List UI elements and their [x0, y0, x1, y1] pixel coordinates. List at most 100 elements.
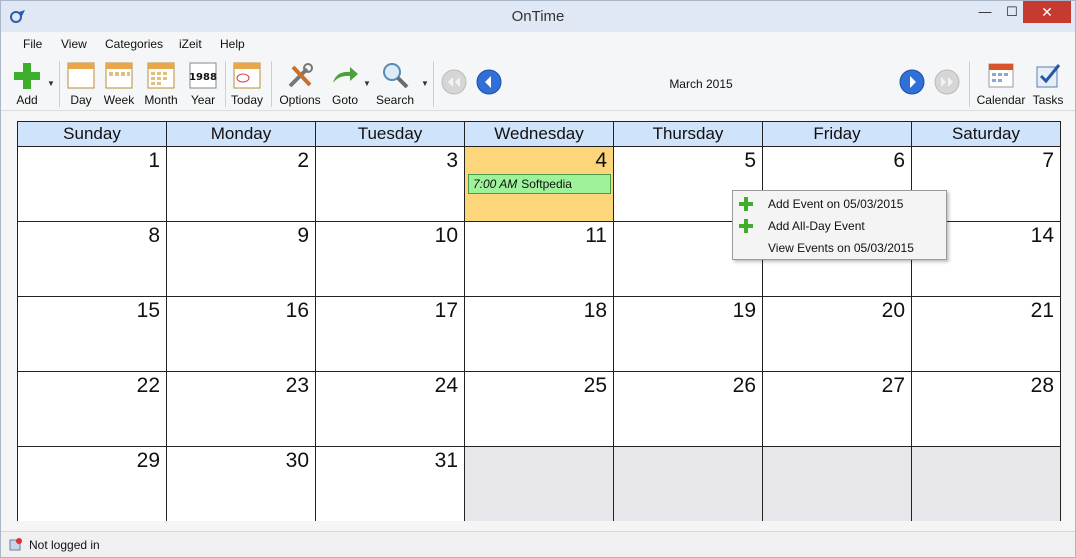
- day-header-sunday: Sunday: [18, 122, 167, 147]
- today-calendar-icon: [233, 62, 261, 89]
- context-view-events[interactable]: View Events on 05/03/2015: [733, 237, 946, 259]
- calendar-day-cell[interactable]: 25: [465, 372, 614, 447]
- month-view-button[interactable]: Month: [144, 59, 178, 109]
- calendar-day-cell[interactable]: 9: [167, 222, 316, 297]
- event-title: Softpedia: [521, 177, 572, 191]
- minimize-button[interactable]: —: [970, 1, 1000, 23]
- day-number: 1: [148, 149, 160, 172]
- day-number: 21: [1030, 299, 1054, 322]
- calendar-day-cell[interactable]: 27: [763, 372, 912, 447]
- login-status-text: Not logged in: [29, 538, 100, 552]
- day-number: 8: [148, 224, 160, 247]
- calendar-day-cell[interactable]: 18: [465, 297, 614, 372]
- today-button[interactable]: Today: [231, 59, 263, 109]
- calendar-day-cell[interactable]: 10: [316, 222, 465, 297]
- close-button[interactable]: ✕: [1023, 1, 1071, 23]
- day-number: 4: [595, 149, 607, 172]
- menu-file[interactable]: File: [23, 37, 42, 51]
- week-calendar-icon: [105, 62, 133, 89]
- calendar-empty-cell[interactable]: [614, 447, 763, 521]
- calendar-day-cell[interactable]: 17: [316, 297, 465, 372]
- calendar-day-cell[interactable]: 2: [167, 147, 316, 222]
- day-number: 23: [285, 374, 309, 397]
- day-number: 20: [881, 299, 905, 322]
- calendar-day-cell[interactable]: 4 7:00 AM Softpedia: [465, 147, 614, 222]
- calendar-day-cell[interactable]: 15: [18, 297, 167, 372]
- day-header-thursday: Thursday: [614, 122, 763, 147]
- calendar-day-cell[interactable]: 22: [18, 372, 167, 447]
- add-button[interactable]: Add: [11, 59, 43, 109]
- calendar-day-cell[interactable]: 11: [465, 222, 614, 297]
- menu-help[interactable]: Help: [220, 37, 245, 51]
- calendar-empty-cell[interactable]: [465, 447, 614, 521]
- day-number: 7: [1042, 149, 1054, 172]
- context-menu: Add Event on 05/03/2015 Add All-Day Even…: [732, 190, 947, 260]
- toolbar-separator: [271, 61, 272, 107]
- menu-bar: File View Categories iZeit Help: [1, 33, 1075, 55]
- calendar-day-cell[interactable]: 8: [18, 222, 167, 297]
- last-page-icon[interactable]: [934, 69, 960, 95]
- menu-categories[interactable]: Categories: [105, 37, 163, 51]
- day-header-tuesday: Tuesday: [316, 122, 465, 147]
- menu-view[interactable]: View: [61, 37, 87, 51]
- day-header-wednesday: Wednesday: [465, 122, 614, 147]
- day-number: 10: [434, 224, 458, 247]
- calendar-day-cell[interactable]: 23: [167, 372, 316, 447]
- day-number: 27: [881, 374, 905, 397]
- context-add-all-day-event[interactable]: Add All-Day Event: [733, 215, 946, 237]
- next-month-icon[interactable]: [899, 69, 925, 95]
- calendar-day-cell[interactable]: 1: [18, 147, 167, 222]
- goto-dropdown-arrow-icon[interactable]: ▼: [363, 79, 371, 88]
- menu-izeit[interactable]: iZeit: [179, 37, 202, 51]
- search-button[interactable]: Search: [376, 59, 414, 109]
- plus-icon: [739, 197, 753, 211]
- add-dropdown-arrow-icon[interactable]: ▼: [47, 79, 55, 88]
- calendar-day-cell[interactable]: 30: [167, 447, 316, 521]
- day-number: 24: [434, 374, 458, 397]
- tasks-icon: [1036, 64, 1061, 88]
- calendar-event[interactable]: 7:00 AM Softpedia: [468, 174, 611, 194]
- toolbar-separator: [969, 61, 970, 107]
- calendar-day-cell[interactable]: 21: [912, 297, 1060, 372]
- month-calendar-grid: Sunday Monday Tuesday Wednesday Thursday Frid…: [17, 121, 1061, 521]
- day-number: 30: [285, 449, 309, 472]
- day-number: 19: [732, 299, 756, 322]
- previous-month-icon[interactable]: [476, 69, 502, 95]
- week-view-button[interactable]: Week: [103, 59, 135, 109]
- calendar-empty-cell[interactable]: [912, 447, 1060, 521]
- user-status-icon: [9, 538, 22, 551]
- day-header-saturday: Saturday: [912, 122, 1060, 147]
- event-time: 7:00 AM: [473, 177, 518, 191]
- day-number: 28: [1030, 374, 1054, 397]
- day-number: 25: [583, 374, 607, 397]
- options-button[interactable]: Options: [279, 59, 321, 109]
- calendar-day-cell[interactable]: 31: [316, 447, 465, 521]
- day-number: 16: [285, 299, 309, 322]
- day-number: 17: [434, 299, 458, 322]
- goto-button[interactable]: Goto: [329, 59, 361, 109]
- calendar-day-cell[interactable]: 3: [316, 147, 465, 222]
- calendar-day-cell[interactable]: 24: [316, 372, 465, 447]
- day-number: 2: [297, 149, 309, 172]
- goto-arrow-icon: [333, 67, 358, 83]
- day-header-monday: Monday: [167, 122, 316, 147]
- year-view-button[interactable]: 1988 Year: [187, 59, 219, 109]
- day-number: 15: [136, 299, 160, 322]
- search-dropdown-arrow-icon[interactable]: ▼: [421, 79, 429, 88]
- calendar-day-cell[interactable]: 19: [614, 297, 763, 372]
- day-number: 5: [744, 149, 756, 172]
- calendar-day-cell[interactable]: 29: [18, 447, 167, 521]
- year-calendar-icon: 1988: [189, 62, 217, 89]
- calendar-day-cell[interactable]: 26: [614, 372, 763, 447]
- calendar-button[interactable]: Calendar: [977, 59, 1025, 109]
- tasks-button[interactable]: Tasks: [1032, 59, 1064, 109]
- calendar-empty-cell[interactable]: [763, 447, 912, 521]
- calendar-day-cell[interactable]: 20: [763, 297, 912, 372]
- calendar-day-cell[interactable]: 16: [167, 297, 316, 372]
- app-window: OnTime — ☐ ✕ File View Categories iZeit …: [0, 0, 1076, 558]
- tools-icon: [288, 63, 313, 88]
- context-add-event[interactable]: Add Event on 05/03/2015: [733, 193, 946, 215]
- calendar-day-cell[interactable]: 28: [912, 372, 1060, 447]
- maximize-button[interactable]: ☐: [1000, 1, 1024, 23]
- first-page-icon[interactable]: [441, 69, 467, 95]
